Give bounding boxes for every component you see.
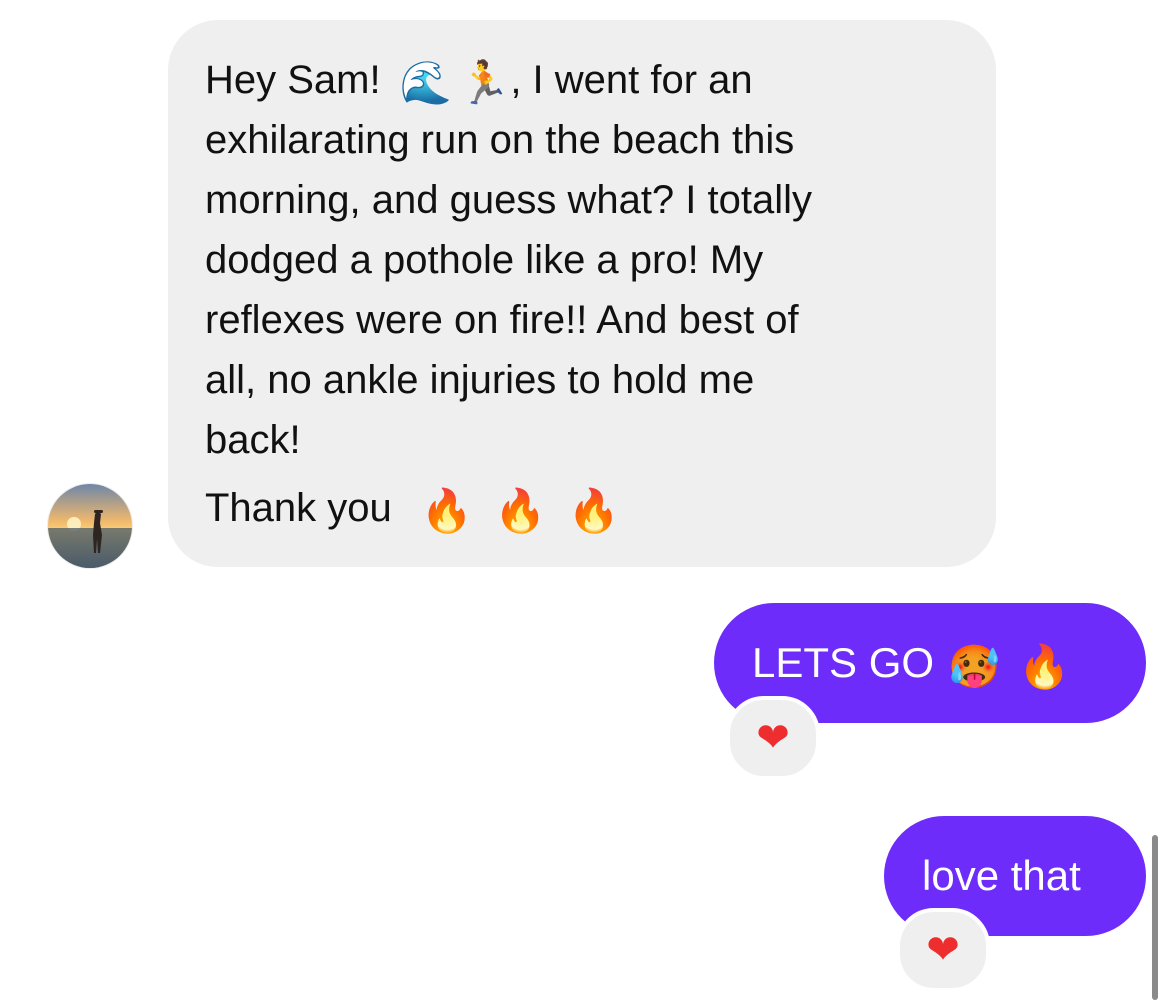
sender-avatar[interactable] [48,484,132,568]
message-text: exhilarating run on the beach this [205,118,795,162]
wave-emoji-icon: 🌊 [399,58,453,107]
hot-face-emoji-icon: 🥵 [948,642,1001,691]
fire-emoji-icon: 🔥 [1018,642,1071,691]
scrollbar[interactable] [1152,835,1158,1000]
incoming-message-bubble[interactable]: Hey Sam! 🌊 🏃, I went for an exhilarating … [168,20,996,567]
fire-emoji-icon: 🔥 [420,486,474,535]
heart-reaction-icon[interactable]: ❤ [896,908,990,992]
message-text: dodged a pothole like a pro! My [205,238,764,282]
message-text: reflexes were on fire!! And best of [205,298,799,342]
message-text: LETS GO [752,639,935,686]
chat-thread: Hey Sam! 🌊 🏃, I went for an exhilarating … [0,0,1170,1000]
message-text: morning, and guess what? I totally [205,178,813,222]
runner-emoji-icon: 🏃 [458,58,511,107]
fire-emoji-icon: 🔥 [494,486,547,535]
message-text: love that [922,852,1081,899]
message-text: Hey Sam! [205,58,381,102]
heart-reaction-icon[interactable]: ❤ [726,696,820,780]
message-text: back! [205,418,301,462]
beach-photo-icon [48,484,132,568]
message-text: all, no ankle injuries to hold me [205,358,755,402]
message-text: , I went for an [510,58,753,102]
message-text: Thank you [205,486,392,530]
fire-emoji-icon: 🔥 [567,486,621,535]
